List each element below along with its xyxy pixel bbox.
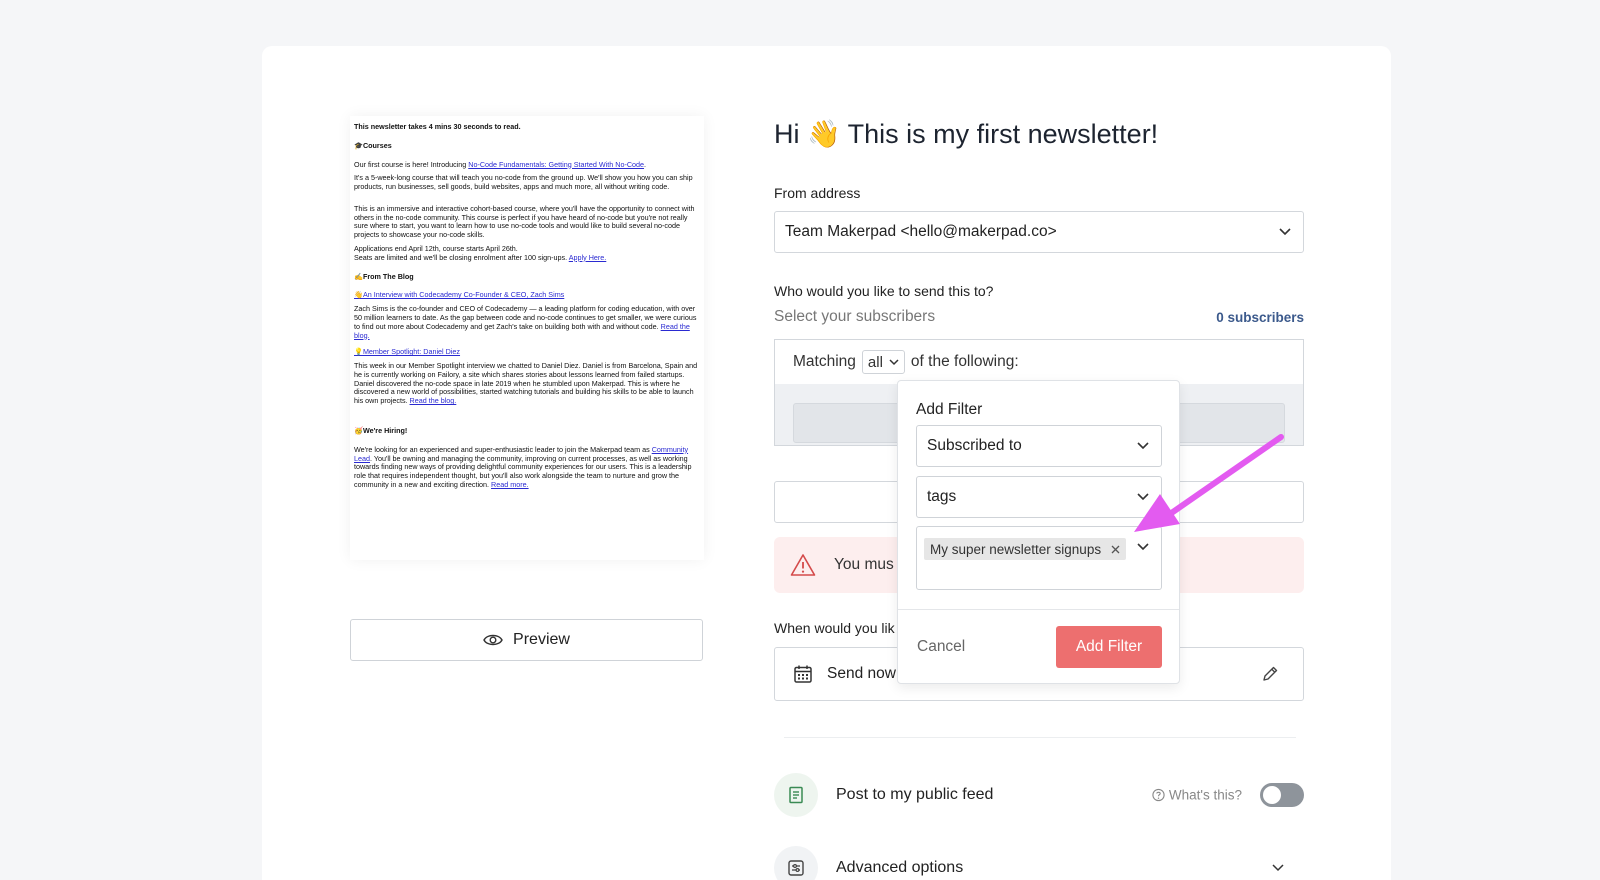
apply-link[interactable]: Apply Here. [569,253,607,262]
matching-select[interactable]: all [861,350,905,374]
whats-this-label: What's this? [1168,787,1242,803]
matching-pre: Matching [793,353,856,370]
popover-divider [898,609,1179,610]
chevron-down-icon [1137,493,1149,501]
sliders-icon [774,846,818,880]
subscriber-count: 0 subscribers [1216,309,1304,325]
add-filter-popover: Add Filter Subscribed to tags My super n… [897,380,1180,684]
tag-chip-label: My super newsletter signups [930,541,1102,557]
recipients-label: Who would you like to send this to? [774,283,994,299]
read-more-link[interactable]: Read more. [491,480,529,489]
eye-icon [483,633,503,647]
schedule-label: When would you lik [774,620,895,636]
advanced-options-label: Advanced options [836,859,964,876]
alert-text: You mus [834,556,894,573]
feed-icon [774,773,818,817]
add-filter-button[interactable]: Add Filter [1056,626,1162,668]
chevron-down-icon [1137,442,1149,450]
blog-p2: This week in our Member Spotlight interv… [354,361,700,406]
tag-multiselect[interactable]: My super newsletter signups [916,526,1162,590]
from-address-select[interactable]: Team Makerpad <hello@makerpad.co> [774,211,1304,253]
read-time: This newsletter takes 4 mins 30 seconds … [354,122,521,131]
text: This week in our Member Spotlight interv… [354,361,698,406]
newsletter-preview: This newsletter takes 4 mins 30 seconds … [350,116,704,560]
hiring-p: We're looking for an experienced and sup… [354,444,700,490]
text: We're looking for an experienced and sup… [354,444,652,454]
blog-heading: ✍️From The Blog [354,271,414,281]
help-icon [1152,788,1165,802]
filter-field-value: Subscribed to [927,437,1022,454]
cancel-button[interactable]: Cancel [917,638,965,656]
hiring-heading: 🥳We're Hiring! [354,425,408,435]
warning-icon [790,553,816,577]
preview-button[interactable]: Preview [350,619,703,661]
filter-field-select[interactable]: Subscribed to [916,425,1162,467]
filter-type-select[interactable]: tags [916,476,1162,518]
preview-label: Preview [513,631,570,648]
popover-title: Add Filter [916,401,983,418]
chevron-down-icon[interactable] [1137,543,1149,551]
advanced-options-row[interactable]: Advanced options [774,846,1304,880]
public-feed-label: Post to my public feed [836,786,994,803]
chevron-down-icon [1272,864,1284,872]
interview-link[interactable]: 👋An Interview with Codecademy Co-Founder… [354,290,564,299]
text: Seats are limited and we'll be closing e… [354,252,569,262]
divider [784,737,1296,738]
text: Our first course is here! Introducing [354,159,469,169]
pencil-icon[interactable] [1261,665,1279,683]
courses-p4b: Seats are limited and we'll be closing e… [354,252,700,263]
read-blog-link-2[interactable]: Read the blog. [410,396,457,405]
calendar-icon [793,664,813,684]
public-feed-toggle[interactable] [1260,783,1304,807]
page-title: Hi 👋 This is my first newsletter! [774,119,1159,149]
blog-p1: Zach Sims is the co-founder and CEO of C… [354,304,700,340]
subscribers-placeholder: Select your subscribers [774,308,936,325]
matching-row: Matching all of the following: [774,339,1304,384]
courses-p3: This is an immersive and interactive coh… [354,203,695,240]
chevron-down-icon [1279,228,1291,236]
text: Zach Sims is the co-founder and CEO of C… [354,304,697,331]
close-icon[interactable] [1111,545,1120,554]
filter-type-value: tags [927,488,957,505]
tag-chip: My super newsletter signups [924,538,1127,560]
from-address-label: From address [774,185,861,201]
course-link[interactable]: No-Code Fundamentals: Getting Started Wi… [468,160,644,169]
matching-post: of the following: [910,353,1019,370]
chevron-down-icon [889,358,899,365]
from-address-value: Team Makerpad <hello@makerpad.co> [785,223,1057,240]
subscriber-row: Select your subscribers 0 subscribers [774,308,1304,326]
courses-p1: Our first course is here! Introducing No… [354,159,700,170]
schedule-value: Send now [827,665,896,682]
matching-value: all [867,353,883,371]
text: . [644,159,647,169]
whats-this-link[interactable]: What's this? [1152,788,1242,803]
courses-heading: 🎓Courses [354,140,392,150]
spotlight-link[interactable]: 💡Member Spotlight: Daniel Diez [354,347,460,356]
public-feed-row: Post to my public feed What's this? [774,773,1304,817]
courses-p2: It's a 5-week-long course that will teac… [354,173,693,192]
